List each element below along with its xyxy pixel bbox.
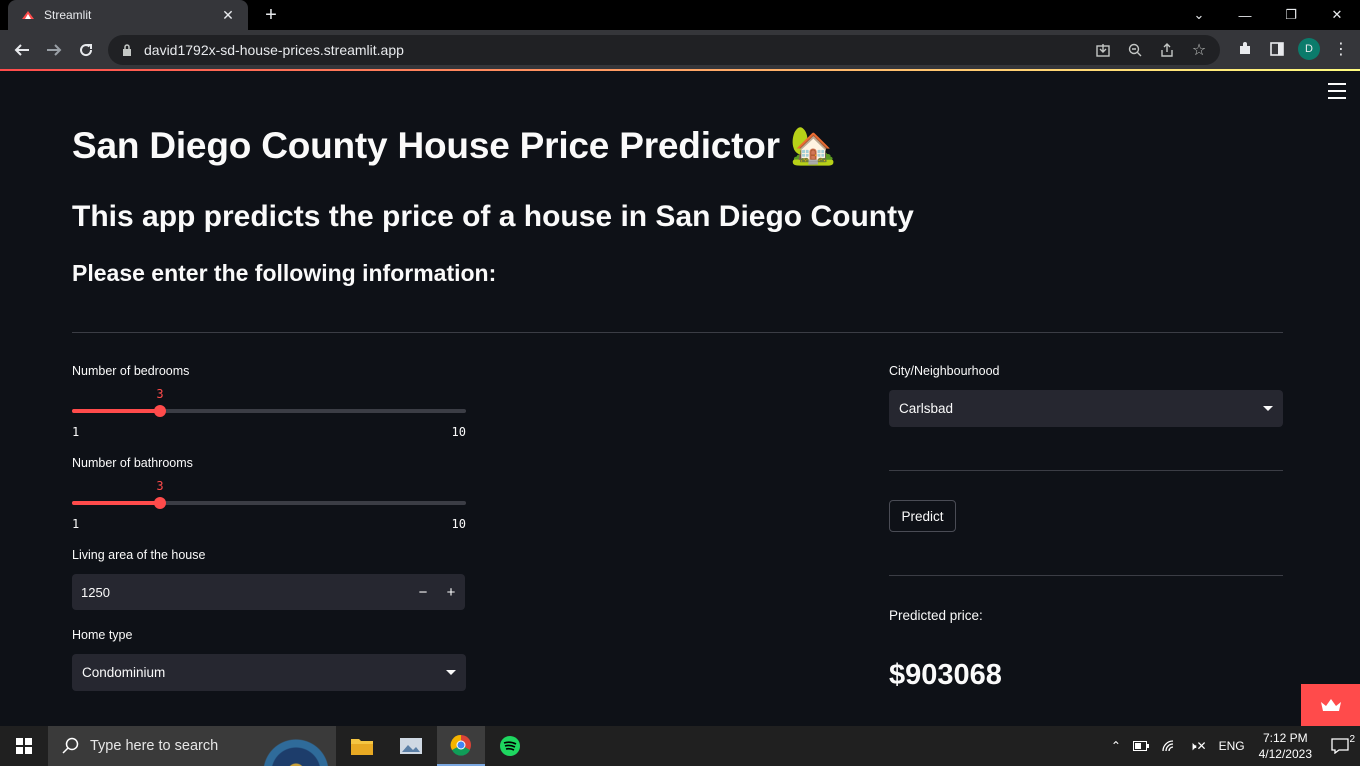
- windows-taskbar: Type here to search ⌃ 🕨✕ ENG 7:12 PM 4/1…: [0, 726, 1360, 766]
- clock-date: 4/12/2023: [1258, 747, 1312, 761]
- home-type-label: Home type: [72, 628, 133, 642]
- back-icon[interactable]: [10, 38, 34, 62]
- slider-thumb[interactable]: [154, 497, 166, 509]
- predict-button[interactable]: Predict: [889, 500, 956, 532]
- bookmark-star-icon[interactable]: ☆: [1190, 41, 1208, 59]
- reload-icon[interactable]: [74, 38, 98, 62]
- profile-avatar[interactable]: D: [1298, 38, 1320, 60]
- bedrooms-label: Number of bedrooms: [72, 364, 190, 378]
- notification-count: 2: [1349, 734, 1355, 745]
- window-controls: ⌄ — ❐ ✕: [1176, 0, 1360, 30]
- bedrooms-slider[interactable]: 3 1 10: [72, 387, 466, 443]
- windows-start-icon[interactable]: [0, 726, 48, 766]
- slider-min: 1: [72, 425, 80, 439]
- increment-button[interactable]: +: [437, 574, 465, 610]
- photos-app-icon[interactable]: [387, 726, 435, 766]
- chevron-up-icon[interactable]: ⌃: [1105, 739, 1127, 753]
- streamlit-app: San Diego County House Price Predictor 🏡…: [0, 71, 1360, 726]
- page-subtitle: This app predicts the price of a house i…: [72, 200, 914, 233]
- language-indicator[interactable]: ENG: [1213, 739, 1251, 753]
- crown-icon: [1320, 699, 1341, 711]
- city-select[interactable]: Carlsbad: [889, 390, 1283, 427]
- slider-min: 1: [72, 517, 80, 531]
- profile-initial: D: [1298, 38, 1320, 60]
- clock-time: 7:12 PM: [1262, 731, 1308, 745]
- divider: [72, 332, 1283, 333]
- taskbar-clock[interactable]: 7:12 PM 4/12/2023: [1251, 730, 1320, 762]
- living-area-value[interactable]: 1250: [72, 585, 409, 600]
- living-area-label: Living area of the house: [72, 548, 206, 562]
- streamlit-favicon-icon: [20, 7, 36, 23]
- share-icon[interactable]: [1158, 41, 1176, 59]
- search-placeholder: Type here to search: [90, 738, 219, 754]
- spotify-icon[interactable]: [486, 726, 534, 766]
- chrome-icon[interactable]: [437, 726, 485, 766]
- divider: [889, 470, 1283, 471]
- browser-tab[interactable]: Streamlit ✕: [8, 0, 248, 30]
- streamlit-badge[interactable]: [1301, 684, 1360, 726]
- slider-value: 3: [156, 479, 164, 493]
- wifi-icon[interactable]: [1155, 739, 1183, 753]
- divider: [889, 575, 1283, 576]
- bathrooms-label: Number of bathrooms: [72, 456, 193, 470]
- restore-button[interactable]: ❐: [1268, 0, 1314, 30]
- address-bar[interactable]: david1792x-sd-house-prices.streamlit.app…: [108, 35, 1220, 65]
- slider-thumb[interactable]: [154, 405, 166, 417]
- close-tab-icon[interactable]: ✕: [220, 7, 236, 24]
- zoom-icon[interactable]: [1126, 41, 1144, 59]
- slider-fill: [72, 501, 160, 505]
- slider-max: 10: [451, 425, 466, 439]
- slider-value: 3: [156, 387, 164, 401]
- decrement-button[interactable]: −: [409, 574, 437, 610]
- taskbar-search-box[interactable]: Type here to search: [48, 726, 336, 766]
- notifications-icon[interactable]: 2: [1320, 734, 1360, 754]
- chrome-menu-icon[interactable]: ⋮: [1330, 38, 1352, 60]
- close-window-button[interactable]: ✕: [1314, 0, 1360, 30]
- chevron-down-icon: [1263, 406, 1273, 411]
- lock-icon[interactable]: [118, 44, 136, 56]
- bathrooms-slider[interactable]: 3 1 10: [72, 479, 466, 535]
- battery-icon[interactable]: [1127, 741, 1155, 751]
- search-icon: [62, 737, 79, 754]
- side-panel-icon[interactable]: [1266, 38, 1288, 60]
- page-title: San Diego County House Price Predictor 🏡: [72, 125, 836, 166]
- city-label: City/Neighbourhood: [889, 364, 1000, 378]
- system-tray: ⌃ 🕨✕ ENG 7:12 PM 4/12/2023 2: [1105, 726, 1360, 766]
- living-area-input[interactable]: 1250 − +: [72, 574, 465, 610]
- url-text[interactable]: david1792x-sd-house-prices.streamlit.app: [144, 42, 1094, 58]
- chevron-down-icon: [446, 670, 456, 675]
- browser-tab-strip: Streamlit ✕ + ⌄ — ❐ ✕: [0, 0, 1360, 30]
- search-highlight-image: [256, 726, 336, 766]
- predicted-price-value: $903068: [889, 659, 1002, 691]
- browser-toolbar: david1792x-sd-house-prices.streamlit.app…: [0, 30, 1360, 70]
- form-prompt: Please enter the following information:: [72, 260, 497, 286]
- predicted-price-label: Predicted price:: [889, 608, 983, 623]
- forward-icon[interactable]: [42, 38, 66, 62]
- minimize-button[interactable]: —: [1222, 0, 1268, 30]
- slider-fill: [72, 409, 160, 413]
- main-menu-icon[interactable]: [1328, 83, 1346, 99]
- tab-search-icon[interactable]: ⌄: [1176, 0, 1222, 30]
- volume-muted-icon[interactable]: 🕨✕: [1183, 739, 1213, 754]
- home-type-value: Condominium: [82, 665, 166, 680]
- install-app-icon[interactable]: [1094, 41, 1112, 59]
- home-type-select[interactable]: Condominium: [72, 654, 466, 691]
- file-explorer-icon[interactable]: [338, 726, 386, 766]
- new-tab-button[interactable]: +: [260, 4, 282, 26]
- tab-title: Streamlit: [44, 8, 92, 22]
- city-value: Carlsbad: [899, 401, 954, 416]
- slider-max: 10: [451, 517, 466, 531]
- extensions-icon[interactable]: [1234, 38, 1256, 60]
